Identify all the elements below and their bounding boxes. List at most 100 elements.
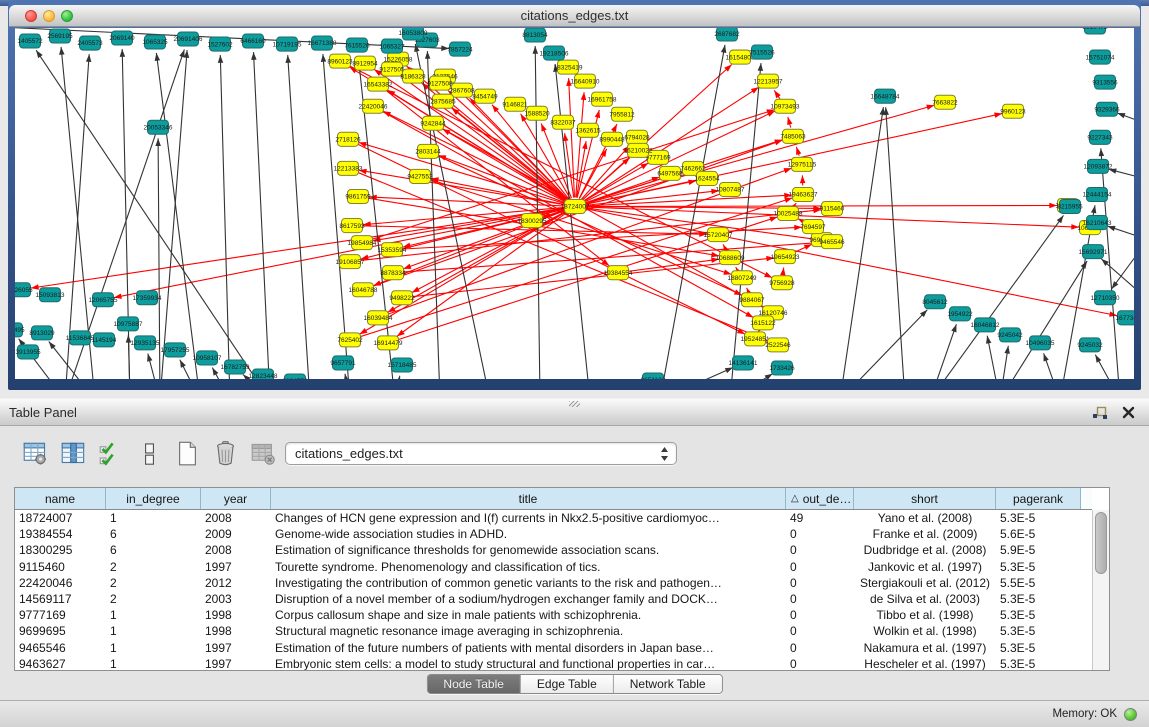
graph-node[interactable]: 1065327 <box>379 39 405 53</box>
graph-node[interactable]: 15751074 <box>1086 50 1115 64</box>
citation-edge-black[interactable] <box>254 52 270 379</box>
graph-node[interactable]: 7694597 <box>800 220 826 234</box>
graph-node[interactable]: 1733426 <box>769 361 795 375</box>
graph-node[interactable]: 20691406 <box>174 32 203 46</box>
row-height-icon[interactable] <box>136 440 163 467</box>
graph-node[interactable]: 9884067 <box>739 293 765 307</box>
graph-node[interactable]: 15692971 <box>1079 245 1108 259</box>
graph-node[interactable]: 2803144 <box>415 144 441 158</box>
graph-node[interactable]: 7955812 <box>609 107 635 121</box>
citation-edge-black[interactable] <box>1107 226 1134 237</box>
graph-node[interactable]: 8813054 <box>522 28 548 42</box>
graph-node[interactable]: 16543382 <box>364 77 393 91</box>
graph-node[interactable]: 8186328 <box>400 69 426 83</box>
graph-node[interactable]: 15720407 <box>704 228 733 242</box>
column-header-title[interactable]: title <box>271 488 786 509</box>
graph-node[interactable]: 8322037 <box>550 115 576 129</box>
graph-node[interactable]: 9242844 <box>420 116 446 130</box>
graph-node[interactable]: 12213957 <box>754 74 783 88</box>
graph-node[interactable]: 6794028 <box>624 130 650 144</box>
graph-node[interactable]: 2069140 <box>109 31 135 45</box>
graph-node[interactable]: 16961758 <box>588 92 617 106</box>
citation-edge-red[interactable] <box>583 163 649 202</box>
column-header-in_degree[interactable]: in_degree <box>106 488 201 509</box>
graph-node[interactable]: 8912954 <box>352 56 378 70</box>
graph-node[interactable]: 18724007 <box>561 199 590 213</box>
table-columns-icon[interactable] <box>60 440 87 467</box>
graph-node[interactable]: 16648784 <box>871 89 900 103</box>
table-row[interactable]: 946554611997Estimation of the future num… <box>15 640 1092 656</box>
graph-node[interactable]: 16039484 <box>364 311 393 325</box>
column-header-short[interactable]: short <box>854 488 996 509</box>
graph-node[interactable]: 12823448 <box>249 369 278 379</box>
graph-node[interactable]: 7515526 <box>749 45 775 59</box>
citation-edge-black[interactable] <box>886 107 905 379</box>
graph-node[interactable]: 2687682 <box>714 28 740 41</box>
citation-edge-black[interactable] <box>397 376 400 379</box>
tab-edge-table[interactable]: Edge Table <box>521 675 614 693</box>
citation-edge-black[interactable] <box>161 50 187 379</box>
graph-node[interactable]: 8913029 <box>29 326 55 340</box>
graph-node[interactable]: 18300295 <box>518 214 547 228</box>
citation-edge-red[interactable] <box>793 244 812 253</box>
graph-node[interactable]: 2026055 <box>15 283 33 297</box>
graph-node[interactable]: 9657791 <box>330 356 356 370</box>
citation-edge-red[interactable] <box>381 111 754 318</box>
table-row[interactable]: 1872400712008Changes of HCN gene express… <box>15 510 1092 526</box>
citation-edge-red[interactable] <box>470 98 569 200</box>
citation-edge-red[interactable] <box>584 195 792 206</box>
graph-node[interactable]: 1527602 <box>207 37 233 51</box>
graph-node[interactable]: 1677345 <box>1115 311 1134 325</box>
graph-node[interactable]: 9498222 <box>389 291 415 305</box>
graph-node[interactable]: 7625402 <box>337 333 363 347</box>
graph-node[interactable]: 18807249 <box>728 271 757 285</box>
graph-node[interactable]: 10807487 <box>716 182 745 196</box>
graph-node[interactable]: 10958107 <box>193 351 222 365</box>
panel-drag-grip[interactable] <box>569 401 580 407</box>
table-row[interactable]: 1456911722003Disruption of a novel membe… <box>15 591 1092 607</box>
graph-node[interactable]: 1065325 <box>142 35 168 49</box>
table-row[interactable]: 977716911998Corpus callosum shape and si… <box>15 607 1092 623</box>
citation-edge-red[interactable] <box>747 288 749 292</box>
citation-edge-black[interactable] <box>555 64 589 379</box>
graph-node[interactable]: 10973493 <box>771 99 800 113</box>
graph-node[interactable]: 12975115 <box>788 157 817 171</box>
new-document-icon[interactable] <box>174 440 201 467</box>
citation-edge-red[interactable] <box>736 267 738 270</box>
citation-edge-black[interactable] <box>841 107 883 379</box>
graph-node[interactable]: 15718485 <box>388 358 417 372</box>
graph-node[interactable]: 2405573 <box>77 36 103 50</box>
graph-node[interactable]: 12213383 <box>334 161 363 175</box>
citation-edge-black[interactable] <box>1101 259 1134 294</box>
graph-node[interactable]: 8878334 <box>380 266 406 280</box>
graph-node[interactable]: 1588520 <box>524 106 550 120</box>
citation-edge-black[interactable] <box>1001 346 1008 379</box>
table-row[interactable]: 2242004622012Investigating the contribut… <box>15 575 1092 591</box>
graph-node[interactable]: 8960123 <box>327 54 353 68</box>
graph-node[interactable]: 9329366 <box>1094 102 1120 116</box>
graph-node[interactable]: 10688609 <box>716 251 745 265</box>
citation-edge-black[interactable] <box>1095 355 1115 379</box>
column-header-pagerank[interactable]: pagerank <box>996 488 1081 509</box>
graph-node[interactable]: 16210022 <box>624 143 653 157</box>
graph-node[interactable]: 2522546 <box>765 338 791 352</box>
citation-edge-black[interactable] <box>1101 148 1120 379</box>
graph-node[interactable]: 2569195 <box>47 29 73 43</box>
graph-node[interactable]: 1624554 <box>694 171 720 185</box>
column-header-out_de[interactable]: △out_de… <box>786 488 854 509</box>
graph-node[interactable]: 12710350 <box>1091 291 1120 305</box>
table-scrollbar-thumb[interactable] <box>1095 512 1107 574</box>
network-view-canvas[interactable]: 1872400718300295896012389129541522605891… <box>15 28 1134 379</box>
citation-edge-black[interactable] <box>1044 353 1057 379</box>
graph-node[interactable]: 15353594 <box>378 243 407 257</box>
graph-node[interactable]: 7485063 <box>780 129 806 143</box>
citation-edge-black[interactable] <box>323 54 349 379</box>
graph-node[interactable]: 19654923 <box>771 250 800 264</box>
citation-edge-black[interactable] <box>148 354 158 379</box>
graph-node[interactable]: 14136141 <box>729 356 758 370</box>
citation-edge-red[interactable] <box>583 111 775 203</box>
graph-node[interactable]: 6497568 <box>657 166 683 180</box>
graph-node[interactable]: 1362615 <box>575 123 601 137</box>
citation-edge-black[interactable] <box>846 310 927 379</box>
citation-edge-red[interactable] <box>383 111 567 202</box>
